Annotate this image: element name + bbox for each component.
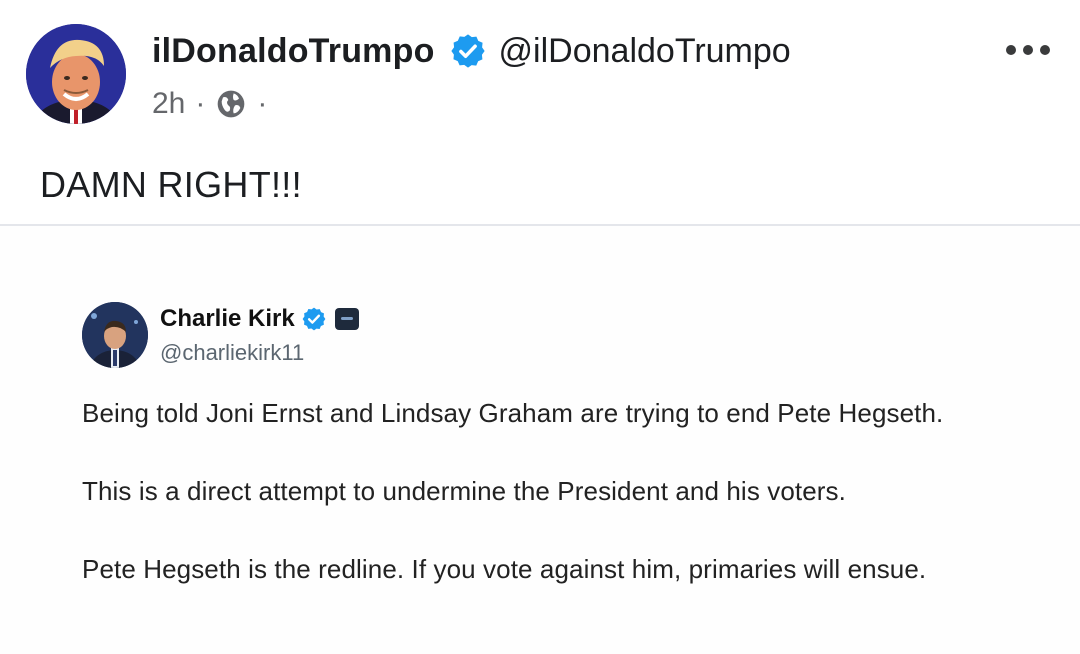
post-meta: 2h · · xyxy=(152,86,277,122)
embedded-author-avatar xyxy=(82,302,148,368)
meta-separator: · xyxy=(195,87,206,120)
globe-icon xyxy=(218,90,245,118)
post-text: DAMN RIGHT!!! xyxy=(40,164,302,205)
author-line: ilDonaldoTrumpo @ilDonaldoTrumpo xyxy=(152,28,791,74)
embedded-tweet-paragraph: This is a direct attempt to undermine th… xyxy=(82,476,846,506)
embedded-author-handle: @charliekirk11 xyxy=(160,340,305,365)
author-avatar[interactable] xyxy=(26,24,126,124)
author-handle[interactable]: @ilDonaldoTrumpo xyxy=(499,32,791,71)
embedded-tweet-paragraph: Pete Hegseth is the redline. If you vote… xyxy=(82,554,927,584)
verified-badge-icon xyxy=(450,34,485,68)
post-timestamp[interactable]: 2h xyxy=(152,87,185,121)
more-dot xyxy=(1040,45,1050,55)
author-avatar-image xyxy=(26,24,126,124)
more-dot xyxy=(1006,45,1016,55)
meta-separator: · xyxy=(257,87,268,120)
affiliation-badge-icon xyxy=(334,308,359,330)
more-dot xyxy=(1023,45,1033,55)
embedded-tweet-image[interactable]: Charlie Kirk @charliekirk11 Being told J… xyxy=(0,226,1080,654)
embedded-avatar-image xyxy=(82,302,148,368)
more-options-icon[interactable] xyxy=(1006,38,1050,62)
post-header: ilDonaldoTrumpo @ilDonaldoTrumpo 2h · · xyxy=(0,0,1080,140)
embedded-author-name: Charlie Kirk xyxy=(160,305,295,332)
embedded-author-line: Charlie Kirk xyxy=(160,304,359,334)
embedded-tweet-paragraph: Being told Joni Ernst and Lindsay Graham… xyxy=(82,398,944,428)
author-display-name[interactable]: ilDonaldoTrumpo xyxy=(152,32,435,71)
verified-badge-icon xyxy=(302,307,326,331)
